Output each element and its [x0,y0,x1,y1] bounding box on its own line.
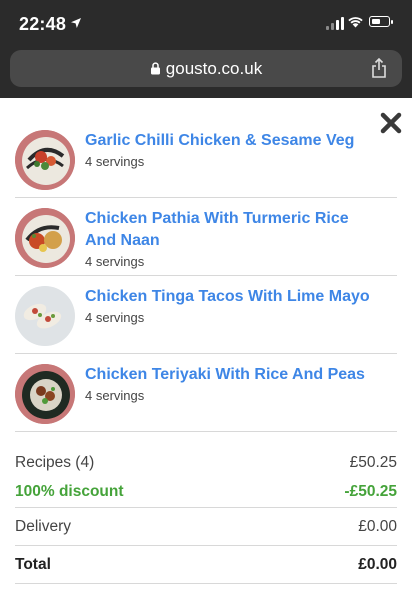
discount-label: 100% discount [15,483,124,500]
delivery-price: £0.00 [358,517,397,535]
wifi-icon [348,17,363,28]
basket-summary-panel: Garlic Chilli Chicken & Sesame Veg 4 ser… [0,98,412,584]
recipe-title-link[interactable]: Garlic Chilli Chicken & Sesame Veg [85,130,375,152]
recipe-servings: 4 servings [85,310,145,325]
recipe-servings: 4 servings [85,254,145,269]
location-arrow-icon [71,18,81,28]
browser-chrome: 22:48 gousto.co.uk [0,0,412,98]
share-icon[interactable] [371,58,387,78]
delivery-row: Delivery £0.00 [15,508,397,546]
recipe-title-link[interactable]: Chicken Teriyaki With Rice And Peas [85,364,375,386]
recipe-image [15,208,75,268]
total-label: Total [15,555,51,573]
recipe-image [15,364,75,424]
recipe-title-link[interactable]: Chicken Tinga Tacos With Lime Mayo [85,286,375,308]
recipe-item: Chicken Tinga Tacos With Lime Mayo 4 ser… [15,276,397,354]
url-text: gousto.co.uk [165,58,263,78]
delivery-label: Delivery [15,517,71,535]
price-summary: Recipes (4) £50.25 100% discount -£50.25… [15,449,397,584]
recipes-count-label: Recipes (4) [15,454,95,471]
recipe-servings: 4 servings [85,154,145,169]
battery-icon [369,16,393,27]
recipes-price: £50.25 [349,454,397,471]
recipe-item: Garlic Chilli Chicken & Sesame Veg 4 ser… [15,120,397,198]
recipe-list: Garlic Chilli Chicken & Sesame Veg 4 ser… [15,98,397,432]
recipe-image [15,286,75,346]
lock-icon [150,62,160,75]
total-price: £0.00 [358,555,397,573]
recipe-image [15,130,75,190]
close-icon[interactable] [380,112,402,134]
discount-value: -£50.25 [344,483,397,500]
recipes-total-row: Recipes (4) £50.25 [15,449,397,477]
recipe-item: Chicken Teriyaki With Rice And Peas 4 se… [15,354,397,432]
status-time: 22:48 [19,14,67,34]
recipe-servings: 4 servings [85,388,145,403]
cellular-signal-icon [326,17,344,30]
recipe-title-link[interactable]: Chicken Pathia With Turmeric Rice And Na… [85,208,375,252]
total-row: Total £0.00 [15,546,397,584]
recipe-item: Chicken Pathia With Turmeric Rice And Na… [15,198,397,276]
discount-row: 100% discount -£50.25 [15,477,397,508]
status-bar: 22:48 [0,0,412,46]
address-bar[interactable]: gousto.co.uk [10,50,402,87]
